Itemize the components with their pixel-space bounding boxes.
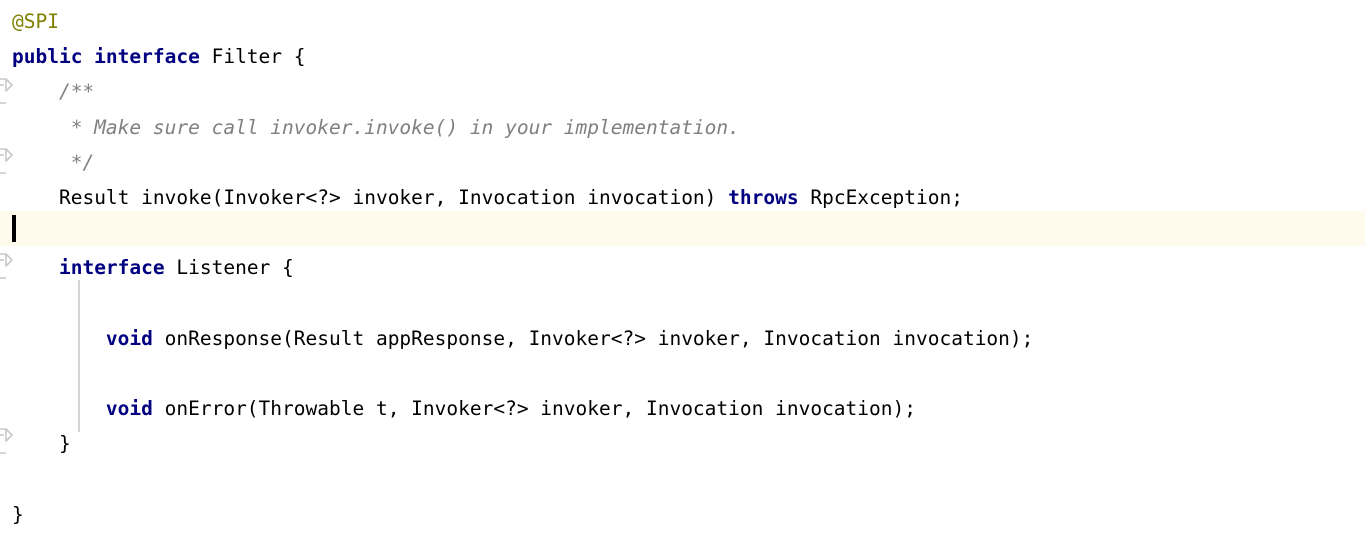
code-token-plain: RpcException; — [798, 186, 963, 209]
code-token-plain: } — [58, 432, 71, 456]
code-token-plain: onError(Throwable t, Invoker<?> invoker,… — [152, 397, 916, 421]
code-token-plain: } — [12, 502, 24, 526]
code-line[interactable]: void onError(Throwable t, Invoker<?> inv… — [0, 391, 1365, 426]
code-token-plain: onResponse(Result appResponse, Invoker<?… — [152, 326, 1034, 350]
code-line[interactable] — [0, 356, 1365, 391]
code-token-comment: * Make sure call invoker.invoke() in you… — [70, 115, 740, 139]
code-token-kw: public interface — [12, 45, 200, 69]
fold-marker-javadoc[interactable] — [0, 78, 14, 104]
code-line[interactable] — [0, 462, 1365, 497]
code-token-kw: throws — [728, 186, 799, 209]
code-editor[interactable]: @SPI public interface Filter { /** * Make… — [0, 0, 1365, 538]
code-line[interactable]: interface Listener { — [0, 250, 1365, 285]
code-token-plain: Listener { — [164, 256, 294, 280]
code-line[interactable]: } — [0, 426, 1365, 461]
code-line[interactable]: @SPI — [0, 4, 1365, 39]
code-token-comment: */ — [70, 150, 95, 174]
text-caret — [12, 215, 16, 242]
code-line[interactable]: Result invoke(Invoker<?> invoker, Invoca… — [0, 180, 1365, 215]
code-line[interactable]: * Make sure call invoker.invoke() in you… — [0, 110, 1365, 145]
code-token-comment: /** — [58, 80, 95, 104]
code-token-plain: Filter { — [199, 45, 306, 69]
fold-marker-class-body[interactable] — [0, 148, 14, 174]
code-line[interactable]: /** — [0, 74, 1365, 109]
code-token-kw: void — [105, 326, 153, 350]
code-token-plain: Result invoke(Invoker<?> invoker, Invoca… — [58, 186, 729, 209]
code-token-anno: @SPI — [12, 10, 59, 33]
fold-marker-listener-interface[interactable] — [0, 253, 14, 279]
code-line[interactable] — [0, 286, 1365, 321]
code-token-kw: void — [105, 397, 153, 421]
code-line[interactable]: void onResponse(Result appResponse, Invo… — [0, 321, 1365, 356]
code-line[interactable] — [0, 215, 1365, 250]
code-line[interactable]: } — [0, 497, 1365, 532]
code-line[interactable]: */ — [0, 145, 1365, 180]
fold-marker-listener-body[interactable] — [0, 428, 14, 454]
code-token-kw: interface — [58, 256, 165, 280]
code-line[interactable]: public interface Filter { — [0, 39, 1365, 74]
